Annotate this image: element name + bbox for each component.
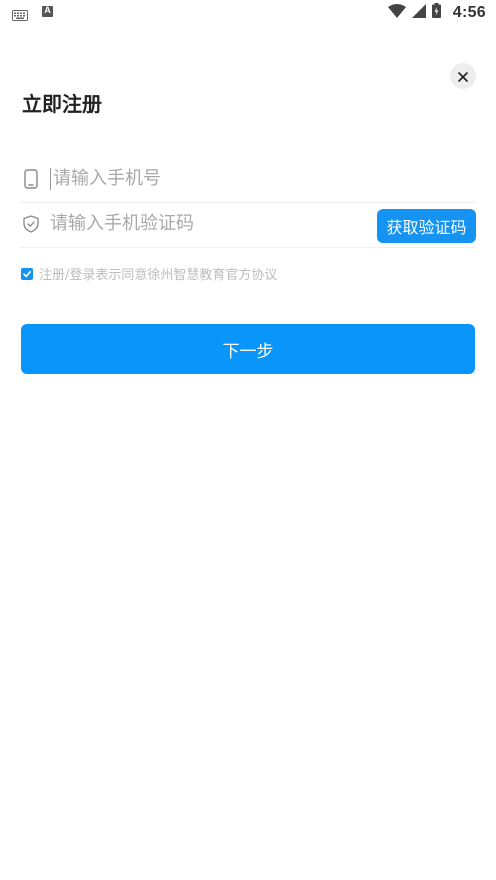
- checkmark-icon: [23, 270, 31, 277]
- close-icon: [458, 67, 468, 86]
- status-bar: 4:56: [0, 0, 496, 26]
- status-right: 4:56: [387, 3, 486, 22]
- keyboard-icon: [12, 6, 28, 21]
- agreement-checkbox[interactable]: [21, 267, 33, 280]
- clock-time: 4:56: [452, 3, 486, 21]
- phone-icon: [20, 168, 42, 190]
- get-verification-code-button[interactable]: 获取验证码: [377, 209, 476, 243]
- agreement-row: 注册/登录表示同意徐州智慧教育官方协议: [21, 264, 277, 283]
- wifi-icon: [387, 3, 406, 22]
- a-notification-icon: [42, 5, 53, 17]
- phone-field-row: [20, 155, 476, 203]
- code-field-row: 获取验证码: [20, 200, 476, 248]
- page-title: 立即注册: [22, 92, 102, 116]
- agreement-text[interactable]: 注册/登录表示同意徐州智慧教育官方协议: [39, 264, 277, 283]
- signal-icon: [411, 3, 426, 22]
- shield-icon: [20, 213, 42, 235]
- phone-input[interactable]: [50, 167, 476, 190]
- status-left: [12, 5, 53, 21]
- battery-icon: [431, 3, 441, 22]
- close-button[interactable]: [450, 63, 476, 89]
- next-step-button[interactable]: 下一步: [21, 324, 475, 374]
